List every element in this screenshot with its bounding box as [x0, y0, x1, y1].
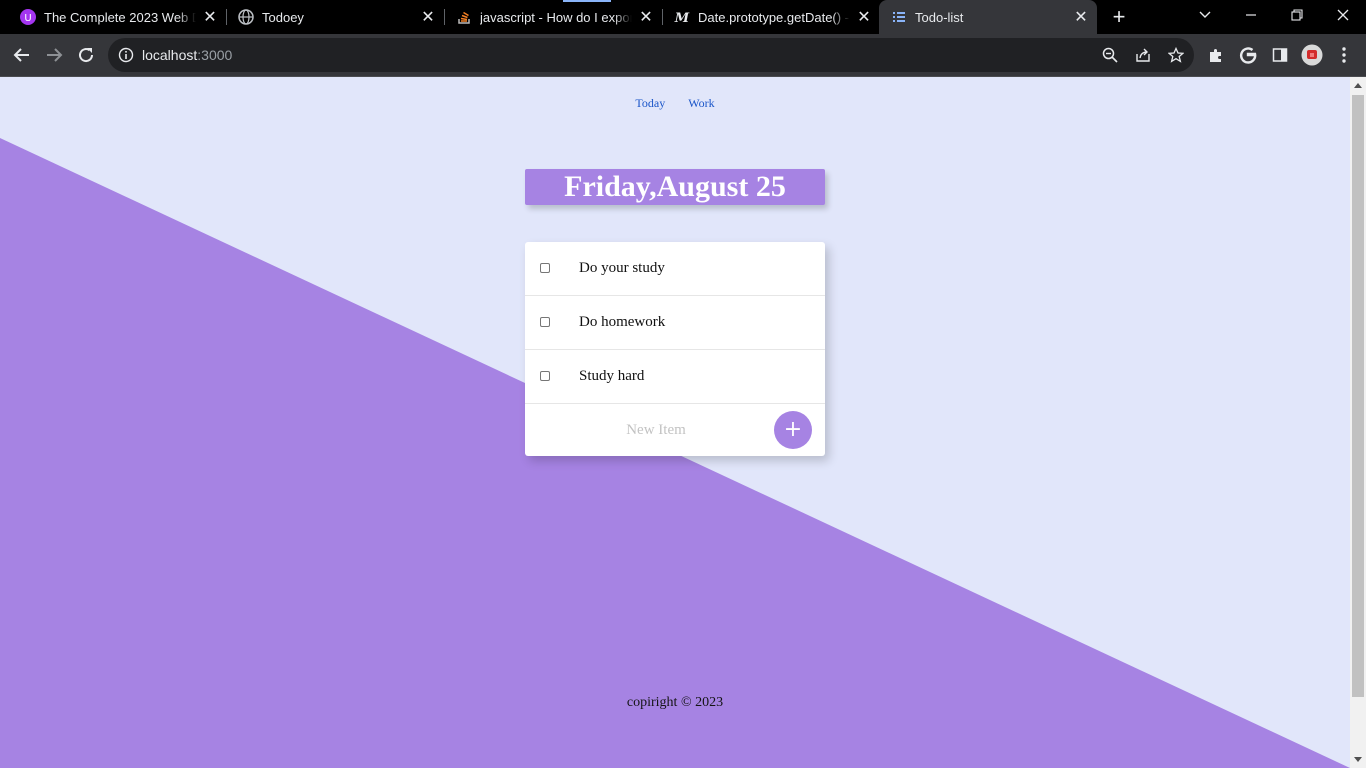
page-viewport: Today Work Friday,August 25 Do your stud… [0, 77, 1350, 768]
back-icon[interactable] [7, 40, 37, 70]
nav-link-today[interactable]: Today [635, 96, 665, 110]
forward-icon[interactable] [39, 40, 69, 70]
address-bar[interactable]: localhost:3000 [108, 38, 1194, 72]
stackoverflow-icon [456, 9, 472, 25]
tab-title: Todoey [262, 9, 304, 25]
udemy-icon: U [20, 9, 36, 25]
tab-title: The Complete 2023 Web Development Bootca… [44, 9, 196, 25]
footer-copyright: copiright © 2023 [626, 695, 724, 710]
new-tab-button[interactable]: + [1108, 6, 1130, 28]
svg-text:U: U [24, 13, 31, 24]
nav-link-work[interactable]: Work [688, 96, 714, 110]
list-icon [891, 9, 907, 25]
list-item: Study hard [525, 350, 825, 404]
list-item: Do homework [525, 296, 825, 350]
tab-title: Todo-list [915, 9, 964, 25]
item-checkbox[interactable] [540, 371, 550, 381]
minimize-icon[interactable] [1228, 0, 1274, 30]
close-icon[interactable]: ✕ [418, 7, 438, 27]
tab-stackoverflow[interactable]: javascript - How do I export a function … [436, 0, 662, 34]
close-icon[interactable]: ✕ [200, 7, 220, 27]
todo-card: Do your study Do homework Study hard New… [525, 242, 825, 456]
url-text: localhost:3000 [142, 38, 232, 72]
close-icon[interactable]: ✕ [854, 7, 874, 27]
reload-icon[interactable] [71, 40, 101, 70]
item-label: Study hard [579, 368, 645, 384]
tab-udemy[interactable]: U The Complete 2023 Web Development Boot… [0, 0, 226, 34]
url-host: localhost [142, 47, 198, 63]
item-checkbox[interactable] [540, 317, 550, 327]
window-close-icon[interactable] [1320, 0, 1366, 30]
google-icon[interactable] [1233, 40, 1263, 70]
close-icon[interactable]: ✕ [1071, 7, 1091, 27]
scroll-up-arrow-icon[interactable] [1354, 83, 1362, 88]
add-item-button[interactable]: + [774, 411, 812, 449]
browser-toolbar: localhost:3000 [0, 34, 1366, 76]
close-icon[interactable]: ✕ [636, 7, 656, 27]
tab-strip: U The Complete 2023 Web Development Boot… [0, 0, 1366, 34]
svg-text:M: M [674, 11, 690, 25]
info-icon[interactable] [118, 47, 134, 68]
tab-title: javascript - How do I export a function [480, 9, 632, 25]
globe-icon [238, 9, 254, 25]
item-checkbox[interactable] [540, 263, 550, 273]
tab-todoey[interactable]: Todoey ✕ [218, 0, 444, 34]
share-icon[interactable] [1135, 47, 1151, 68]
page-scrollbar[interactable] [1350, 77, 1366, 768]
zoom-icon[interactable] [1102, 47, 1118, 68]
mdn-icon: M [674, 9, 690, 25]
scrollbar-thumb[interactable] [1352, 95, 1364, 697]
page-title: Friday,August 25 [525, 169, 825, 205]
restore-icon[interactable] [1274, 0, 1320, 30]
url-port: :3000 [197, 47, 233, 63]
side-panel-icon[interactable] [1265, 40, 1295, 70]
menu-kebab-icon[interactable] [1329, 40, 1359, 70]
tab-search-icon[interactable] [1182, 0, 1228, 30]
tab-title: Date.prototype.getDate() - JavaScript [698, 9, 850, 25]
scroll-down-arrow-icon[interactable] [1354, 757, 1362, 762]
bookmark-star-icon[interactable] [1167, 46, 1185, 68]
list-item: Do your study [525, 242, 825, 296]
extensions-icon[interactable] [1201, 40, 1231, 70]
profile-avatar[interactable] [1297, 40, 1327, 70]
tab-mdn[interactable]: M Date.prototype.getDate() - JavaScript … [654, 0, 880, 34]
top-nav: Today Work [0, 96, 1350, 111]
new-item-input[interactable]: New Item [537, 415, 775, 445]
tab-todo-list[interactable]: Todo-list ✕ [879, 0, 1097, 34]
item-label: Do homework [579, 314, 666, 330]
item-label: Do your study [579, 260, 665, 276]
new-item-row: New Item + [525, 404, 825, 456]
